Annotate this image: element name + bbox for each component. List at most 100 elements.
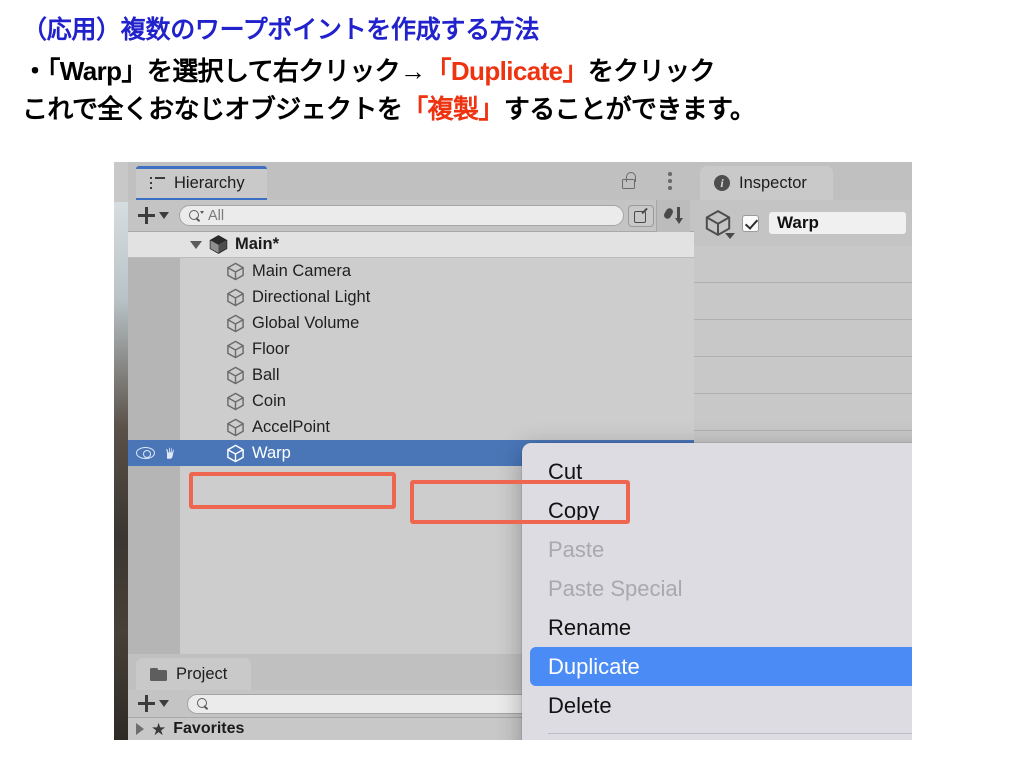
scene-view-top-filler: [114, 162, 128, 202]
visibility-toggles[interactable]: [136, 440, 177, 466]
hierarchy-item-directional-light[interactable]: Directional Light: [128, 284, 694, 310]
cube-icon: [226, 262, 245, 281]
folder-icon: [150, 667, 167, 681]
tab-project-label: Project: [176, 664, 228, 683]
tab-inspector-label: Inspector: [739, 173, 807, 192]
menu-item-label: Rename: [548, 614, 632, 640]
search-icon: [189, 209, 204, 222]
hierarchy-item-accelpoint[interactable]: AccelPoint: [128, 414, 694, 440]
hierarchy-item-coin[interactable]: Coin: [128, 388, 694, 414]
hierarchy-item-label: Floor: [252, 339, 290, 358]
tab-project[interactable]: Project: [136, 658, 252, 690]
hierarchy-toolbar: All: [128, 199, 694, 254]
unity-editor-screenshot: Hierarchy All Main* Main Camera Directio…: [114, 162, 912, 740]
hierarchy-item-label: Ball: [252, 365, 280, 384]
menu-item-label: Cut: [548, 458, 583, 484]
cube-icon: [704, 209, 735, 239]
menu-item-paste-special: Paste Special: [522, 569, 912, 608]
triangle-right-icon[interactable]: [136, 723, 144, 735]
kebab-menu-icon[interactable]: [668, 172, 672, 190]
hierarchy-list-icon: [150, 176, 165, 190]
caret-down-icon: [159, 212, 169, 219]
star-icon: ★: [151, 719, 167, 739]
hand-pick-icon[interactable]: [162, 446, 177, 461]
menu-item-label: Delete: [548, 692, 612, 718]
search-icon: [197, 697, 209, 710]
inspector-row[interactable]: [694, 394, 912, 431]
menu-item-label: Duplicate: [548, 653, 640, 679]
info-icon: i: [714, 175, 730, 191]
save-search-icon: [634, 209, 648, 223]
context-menu[interactable]: Cut ⌘ X Copy ⌘ C Paste ⌘ V Paste Special…: [522, 443, 912, 740]
save-search-button[interactable]: [628, 204, 654, 227]
hierarchy-search-value: All: [208, 207, 225, 224]
hierarchy-item-label: AccelPoint: [252, 417, 330, 436]
triangle-down-icon[interactable]: [190, 240, 202, 249]
hierarchy-scene-row[interactable]: Main*: [128, 232, 694, 258]
caret-down-icon[interactable]: [725, 233, 735, 239]
hierarchy-item-label: Main Camera: [252, 261, 352, 280]
inspector-row[interactable]: [694, 283, 912, 320]
menu-separator: [548, 733, 912, 734]
hierarchy-item-floor[interactable]: Floor: [128, 336, 694, 362]
hierarchy-item-label: Warp: [252, 443, 291, 462]
plus-icon: [138, 695, 155, 712]
slide-line-3-part-a: これで全くおなじオブジェクトを: [22, 94, 403, 124]
hierarchy-tabstrip: Hierarchy: [128, 162, 694, 200]
alphabetical-sort-icon: [662, 206, 684, 225]
slide-text-block: （応用）複数のワープポイントを作成する方法 ・「Warp」を選択して右クリック→…: [0, 0, 1024, 126]
inspector-object-header: Warp: [694, 200, 912, 246]
cube-icon: [226, 366, 245, 385]
slide-line-3-highlight: 「複製」: [402, 94, 504, 124]
hierarchy-item-label: Directional Light: [252, 287, 371, 306]
menu-item-cut[interactable]: Cut ⌘ X: [522, 452, 912, 491]
menu-item-label: Paste Special: [548, 575, 683, 601]
cube-icon: [226, 288, 245, 307]
hierarchy-item-label: Coin: [252, 391, 286, 410]
slide-line-3: これで全くおなじオブジェクトを「複製」することができます。: [22, 92, 1002, 126]
project-favorites-label: Favorites: [173, 720, 245, 737]
hierarchy-item-main-camera[interactable]: Main Camera: [128, 258, 694, 284]
cube-icon: [226, 444, 245, 463]
cube-icon: [226, 340, 245, 359]
tab-hierarchy[interactable]: Hierarchy: [136, 166, 267, 200]
project-add-button[interactable]: [138, 695, 169, 712]
hierarchy-object-list: Main Camera Directional Light Global Vol…: [128, 258, 694, 466]
slide-line-2-part-a: ・「Warp」を選択して右クリック→: [22, 56, 426, 86]
menu-item-label: Paste: [548, 536, 605, 562]
inspector-tabstrip: i Inspector: [694, 162, 912, 200]
menu-item-label: Copy: [548, 497, 600, 523]
menu-item-delete[interactable]: Delete ⌘ ⌫: [522, 686, 912, 725]
plus-icon: [138, 207, 155, 224]
hierarchy-item-global-volume[interactable]: Global Volume: [128, 310, 694, 336]
cube-icon: [226, 392, 245, 411]
inspector-row[interactable]: [694, 320, 912, 357]
hierarchy-search-input[interactable]: All: [179, 205, 624, 226]
unity-scene-icon: [209, 235, 228, 254]
slide-line-2: ・「Warp」を選択して右クリック→「Duplicate」をクリック: [22, 54, 1002, 88]
menu-item-rename[interactable]: Rename: [522, 608, 912, 647]
cube-icon: [226, 418, 245, 437]
slide-line-2-part-b: をクリック: [587, 56, 716, 86]
cube-icon: [226, 314, 245, 333]
inspector-row[interactable]: [694, 246, 912, 283]
inspector-row[interactable]: [694, 357, 912, 394]
object-enabled-checkbox[interactable]: [742, 214, 759, 232]
caret-down-icon: [159, 700, 169, 707]
hierarchy-item-label: Global Volume: [252, 313, 360, 332]
lock-open-icon[interactable]: [620, 171, 638, 191]
scene-view-sliver: [114, 202, 128, 740]
menu-item-paste: Paste ⌘ V: [522, 530, 912, 569]
eye-icon[interactable]: [136, 447, 155, 459]
slide-line-2-highlight: 「Duplicate」: [425, 56, 588, 86]
object-name-field[interactable]: Warp: [769, 212, 906, 234]
menu-item-copy[interactable]: Copy ⌘ C: [522, 491, 912, 530]
hierarchy-item-ball[interactable]: Ball: [128, 362, 694, 388]
lock-body: [622, 179, 635, 189]
menu-item-duplicate[interactable]: Duplicate ⌘ D: [530, 647, 912, 686]
alphabetical-sort-button[interactable]: [656, 199, 690, 232]
tab-hierarchy-label: Hierarchy: [174, 173, 245, 192]
tab-inspector[interactable]: i Inspector: [700, 166, 833, 200]
add-object-button[interactable]: [138, 207, 169, 224]
page-title: （応用）複数のワープポイントを作成する方法: [22, 16, 540, 44]
